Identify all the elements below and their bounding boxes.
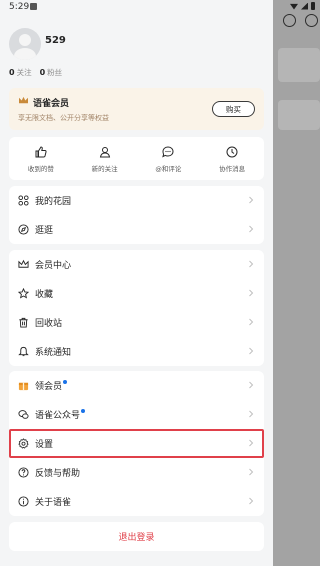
wechat-icon — [18, 410, 29, 419]
chevron-right-icon — [249, 410, 254, 418]
chevron-right-icon — [249, 439, 254, 447]
following-count: 0 — [9, 68, 15, 77]
more-icon — [305, 14, 318, 27]
trash-icon — [19, 317, 28, 328]
menu-item-explore[interactable]: 逛逛 — [9, 215, 264, 244]
chevron-right-icon — [249, 225, 254, 233]
menu-item-label: 反馈与帮助 — [35, 469, 81, 479]
vip-banner[interactable]: 语雀会员 享无限文档、公开分享等权益 购买 — [9, 88, 264, 130]
battery-icon — [311, 2, 315, 10]
info-icon — [18, 496, 29, 507]
crown-icon — [18, 259, 29, 268]
quick-action-label: @和评论 — [155, 165, 182, 173]
quick-action-collab[interactable]: 协作消息 — [200, 137, 264, 180]
star-icon — [18, 288, 29, 299]
menu-item-official-account[interactable]: 语雀公众号 — [9, 400, 264, 429]
menu-item-label: 系统通知 — [35, 348, 72, 358]
menu-item-label: 会员中心 — [35, 261, 72, 271]
menu-item-label: 设置 — [35, 440, 54, 450]
chevron-right-icon — [249, 381, 254, 389]
background-card — [278, 48, 320, 82]
garden-icon — [18, 195, 29, 206]
quick-actions: 收到的赞 新的关注 @和评论 协作消息 — [9, 137, 264, 180]
menu-group-more: 领会员 语雀公众号 设置 反馈与帮助 关于语雀 — [9, 371, 264, 516]
status-bar-right — [0, 0, 320, 14]
profile-header[interactable]: 529 0 关注 0 粉丝 — [9, 28, 264, 88]
buy-button[interactable]: 购买 — [212, 101, 255, 117]
chevron-right-icon — [249, 347, 254, 355]
menu-item-about[interactable]: 关于语雀 — [9, 487, 264, 516]
background-card — [278, 100, 320, 130]
gift-icon — [18, 382, 29, 391]
menu-item-label: 逛逛 — [35, 226, 54, 236]
chevron-right-icon — [249, 196, 254, 204]
status-icons — [290, 2, 315, 10]
vip-title: 语雀会员 — [33, 99, 70, 109]
crown-icon — [19, 96, 28, 104]
chevron-right-icon — [249, 497, 254, 505]
following-stat[interactable]: 0 关注 — [9, 67, 32, 78]
menu-item-get-vip[interactable]: 领会员 — [9, 371, 264, 400]
menu-item-feedback[interactable]: 反馈与帮助 — [9, 458, 264, 487]
menu-item-label: 语雀公众号 — [35, 411, 81, 421]
avatar[interactable] — [9, 28, 41, 60]
menu-group-account: 会员中心 收藏 回收站 系统通知 — [9, 250, 264, 366]
menu-item-garden[interactable]: 我的花园 — [9, 186, 264, 215]
user-icon — [99, 147, 110, 158]
menu-item-member-center[interactable]: 会员中心 — [9, 250, 264, 279]
gear-icon — [18, 438, 29, 449]
signal-icon — [301, 2, 308, 10]
quick-action-label: 新的关注 — [91, 165, 118, 173]
username[interactable]: 529 — [45, 35, 66, 46]
logout-button[interactable]: 退出登录 — [9, 522, 264, 551]
thumbs-up-icon — [35, 146, 47, 158]
menu-item-label: 收藏 — [35, 290, 54, 300]
quick-action-comments[interactable]: @和评论 — [137, 137, 201, 180]
menu-item-label: 我的花园 — [35, 197, 72, 207]
notification-dot — [63, 379, 68, 384]
chevron-right-icon — [249, 260, 254, 268]
menu-item-settings[interactable]: 设置 — [9, 429, 264, 458]
chevron-right-icon — [249, 318, 254, 326]
notification-dot — [81, 408, 86, 413]
quick-action-label: 收到的赞 — [27, 165, 54, 173]
menu-group-explore: 我的花园 逛逛 — [9, 186, 264, 244]
bell-icon — [18, 346, 29, 357]
wifi-icon — [290, 3, 298, 10]
chevron-right-icon — [249, 468, 254, 476]
follow-stats: 0 关注 0 粉丝 — [9, 67, 62, 78]
comment-icon — [162, 146, 174, 158]
compass-icon — [18, 224, 29, 235]
chevron-right-icon — [249, 289, 254, 297]
menu-item-label: 关于语雀 — [35, 498, 72, 508]
menu-item-favorites[interactable]: 收藏 — [9, 279, 264, 308]
clock-icon — [226, 146, 238, 158]
vip-subtitle: 享无限文档、公开分享等权益 — [18, 114, 109, 122]
quick-action-likes[interactable]: 收到的赞 — [9, 137, 73, 180]
tag-icon — [283, 14, 296, 27]
help-icon — [18, 467, 29, 478]
menu-item-label: 回收站 — [35, 319, 63, 329]
background-app-strip — [273, 0, 320, 566]
menu-item-trash[interactable]: 回收站 — [9, 308, 264, 337]
quick-action-follows[interactable]: 新的关注 — [73, 137, 137, 180]
followers-stat[interactable]: 0 粉丝 — [40, 67, 63, 78]
side-drawer: 5:29 529 0 关注 0 粉丝 语雀会员 享无限文档、公开分享等权益 购买 收… — [0, 0, 273, 566]
menu-item-notifications[interactable]: 系统通知 — [9, 337, 264, 366]
followers-label: 粉丝 — [47, 68, 63, 77]
quick-action-label: 协作消息 — [219, 165, 246, 173]
background-toolbar — [283, 14, 318, 27]
menu-item-label: 领会员 — [35, 382, 63, 392]
following-label: 关注 — [16, 68, 32, 77]
followers-count: 0 — [39, 68, 46, 77]
